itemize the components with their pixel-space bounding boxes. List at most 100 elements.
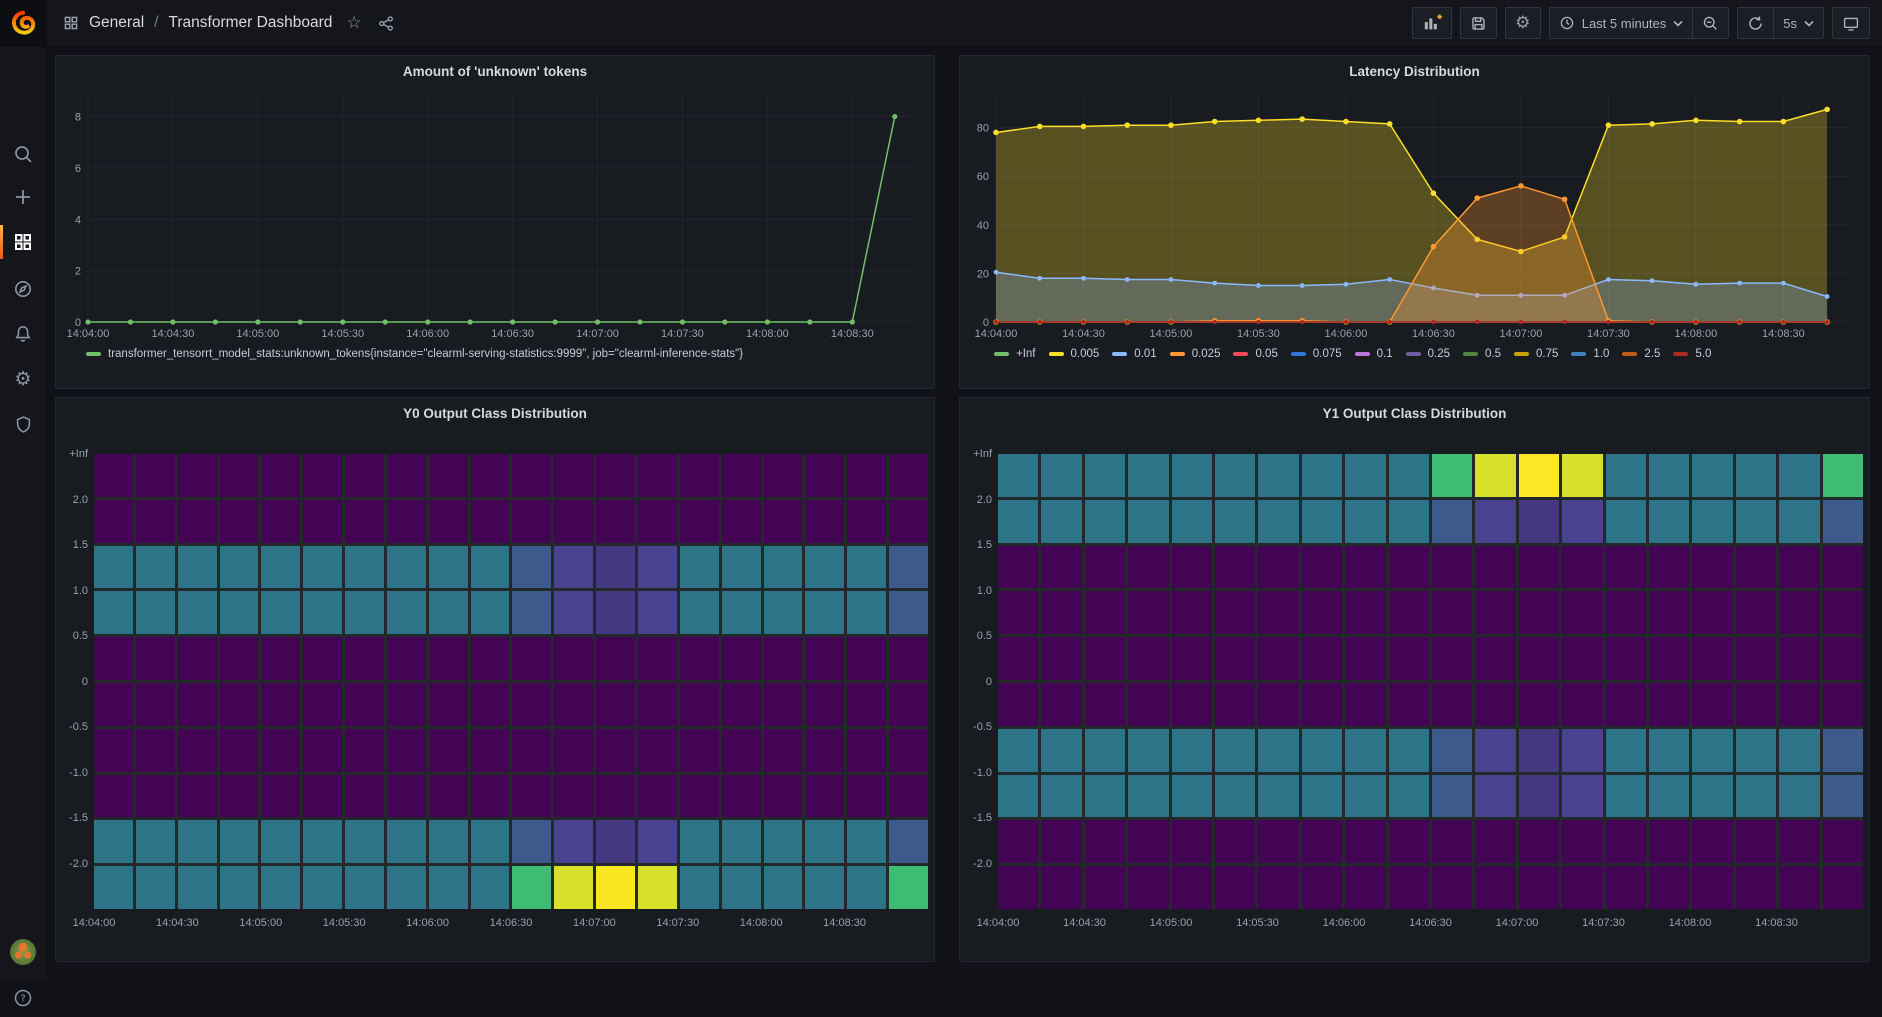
data-point[interactable] xyxy=(1387,320,1391,324)
data-point[interactable] xyxy=(1256,118,1262,124)
unknown-tokens-chart[interactable]: 0246814:04:0014:04:3014:05:0014:05:3014:… xyxy=(62,88,928,342)
heatmap-cell[interactable] xyxy=(1085,775,1125,818)
heatmap-cell[interactable] xyxy=(596,729,635,772)
data-point[interactable] xyxy=(1344,320,1348,324)
data-point[interactable] xyxy=(1256,320,1260,324)
heatmap-cell[interactable] xyxy=(805,729,844,772)
heatmap-cell[interactable] xyxy=(512,546,551,589)
data-point[interactable] xyxy=(1125,320,1129,324)
data-point[interactable] xyxy=(892,114,897,119)
heatmap-cell[interactable] xyxy=(178,820,217,863)
heatmap-cell[interactable] xyxy=(429,454,468,497)
heatmap-cell[interactable] xyxy=(554,454,593,497)
heatmap-cell[interactable] xyxy=(303,546,342,589)
heatmap-cell[interactable] xyxy=(638,820,677,863)
heatmap-cell[interactable] xyxy=(136,454,175,497)
heatmap-cell[interactable] xyxy=(1302,683,1342,726)
data-point[interactable] xyxy=(1606,320,1610,324)
heatmap-cell[interactable] xyxy=(1128,637,1168,680)
heatmap-cell[interactable] xyxy=(94,637,133,680)
heatmap-cell[interactable] xyxy=(1215,500,1255,543)
data-point[interactable] xyxy=(722,319,727,324)
heatmap-cell[interactable] xyxy=(1302,775,1342,818)
heatmap-cell[interactable] xyxy=(1215,729,1255,772)
heatmap-cell[interactable] xyxy=(178,775,217,818)
heatmap-cell[interactable] xyxy=(1041,820,1081,863)
heatmap-cell[interactable] xyxy=(805,591,844,634)
data-point[interactable] xyxy=(552,319,557,324)
heatmap-cell[interactable] xyxy=(1128,500,1168,543)
heatmap-cell[interactable] xyxy=(94,729,133,772)
heatmap-cell[interactable] xyxy=(1736,546,1776,589)
heatmap-cell[interactable] xyxy=(722,683,761,726)
heatmap-cell[interactable] xyxy=(1128,546,1168,589)
heatmap-cell[interactable] xyxy=(429,591,468,634)
heatmap-cell[interactable] xyxy=(261,500,300,543)
heatmap-cell[interactable] xyxy=(1606,775,1646,818)
heatmap-cell[interactable] xyxy=(1215,454,1255,497)
data-point[interactable] xyxy=(1300,320,1304,324)
heatmap-cell[interactable] xyxy=(1519,820,1559,863)
heatmap-cell[interactable] xyxy=(680,729,719,772)
heatmap-cell[interactable] xyxy=(1041,866,1081,909)
heatmap-cell[interactable] xyxy=(387,820,426,863)
heatmap-cell[interactable] xyxy=(1041,775,1081,818)
heatmap-cell[interactable] xyxy=(847,683,886,726)
data-point[interactable] xyxy=(1344,282,1349,287)
heatmap-cell[interactable] xyxy=(1215,637,1255,680)
heatmap-cell[interactable] xyxy=(805,866,844,909)
heatmap-cell[interactable] xyxy=(998,591,1038,634)
heatmap-cell[interactable] xyxy=(722,820,761,863)
heatmap-cell[interactable] xyxy=(1432,500,1472,543)
heatmap-cell[interactable] xyxy=(471,454,510,497)
heatmap-cell[interactable] xyxy=(512,729,551,772)
heatmap-cell[interactable] xyxy=(680,820,719,863)
heatmap-cell[interactable] xyxy=(1085,866,1125,909)
heatmap-cell[interactable] xyxy=(387,454,426,497)
data-point[interactable] xyxy=(807,319,812,324)
heatmap-cell[interactable] xyxy=(998,866,1038,909)
legend-item[interactable]: 2.5 xyxy=(1622,348,1660,360)
heatmap-cell[interactable] xyxy=(1562,500,1602,543)
heatmap-cell[interactable] xyxy=(1649,683,1689,726)
heatmap-cell[interactable] xyxy=(387,775,426,818)
heatmap-cell[interactable] xyxy=(178,500,217,543)
heatmap-cell[interactable] xyxy=(1562,866,1602,909)
heatmap-cell[interactable] xyxy=(889,775,928,818)
heatmap-cell[interactable] xyxy=(554,729,593,772)
heatmap-cell[interactable] xyxy=(345,637,384,680)
heatmap-cell[interactable] xyxy=(1085,683,1125,726)
heatmap-cell[interactable] xyxy=(1389,775,1429,818)
heatmap-cell[interactable] xyxy=(1475,683,1515,726)
heatmap-cell[interactable] xyxy=(136,637,175,680)
heatmap-cell[interactable] xyxy=(596,775,635,818)
legend-item[interactable]: 0.01 xyxy=(1112,348,1156,360)
heatmap-cell[interactable] xyxy=(998,683,1038,726)
heatmap-cell[interactable] xyxy=(638,637,677,680)
heatmap-cell[interactable] xyxy=(471,866,510,909)
heatmap-cell[interactable] xyxy=(1215,820,1255,863)
heatmap-cell[interactable] xyxy=(680,546,719,589)
data-point[interactable] xyxy=(1213,320,1217,324)
heatmap-cell[interactable] xyxy=(345,683,384,726)
heatmap-cell[interactable] xyxy=(847,775,886,818)
heatmap-cell[interactable] xyxy=(1562,637,1602,680)
heatmap-cell[interactable] xyxy=(1389,500,1429,543)
legend-item[interactable]: 0.025 xyxy=(1170,348,1221,360)
share-icon[interactable] xyxy=(378,15,395,32)
heatmap-cell[interactable] xyxy=(387,546,426,589)
heatmap-cell[interactable] xyxy=(1172,820,1212,863)
heatmap-cell[interactable] xyxy=(1475,500,1515,543)
legend-item[interactable]: 0.1 xyxy=(1355,348,1393,360)
y1-heatmap[interactable]: +Inf2.01.51.00.50-0.5-1.0-1.5-2.0 14:04:… xyxy=(968,428,1863,953)
sidebar-item-alerting[interactable] xyxy=(0,315,46,353)
heatmap-cell[interactable] xyxy=(1779,775,1819,818)
heatmap-cell[interactable] xyxy=(1519,500,1559,543)
data-point[interactable] xyxy=(1693,118,1699,124)
heatmap-cell[interactable] xyxy=(1736,729,1776,772)
heatmap-cell[interactable] xyxy=(1432,866,1472,909)
heatmap-cell[interactable] xyxy=(136,729,175,772)
heatmap-cell[interactable] xyxy=(1692,591,1732,634)
heatmap-cell[interactable] xyxy=(1649,775,1689,818)
heatmap-cell[interactable] xyxy=(722,866,761,909)
